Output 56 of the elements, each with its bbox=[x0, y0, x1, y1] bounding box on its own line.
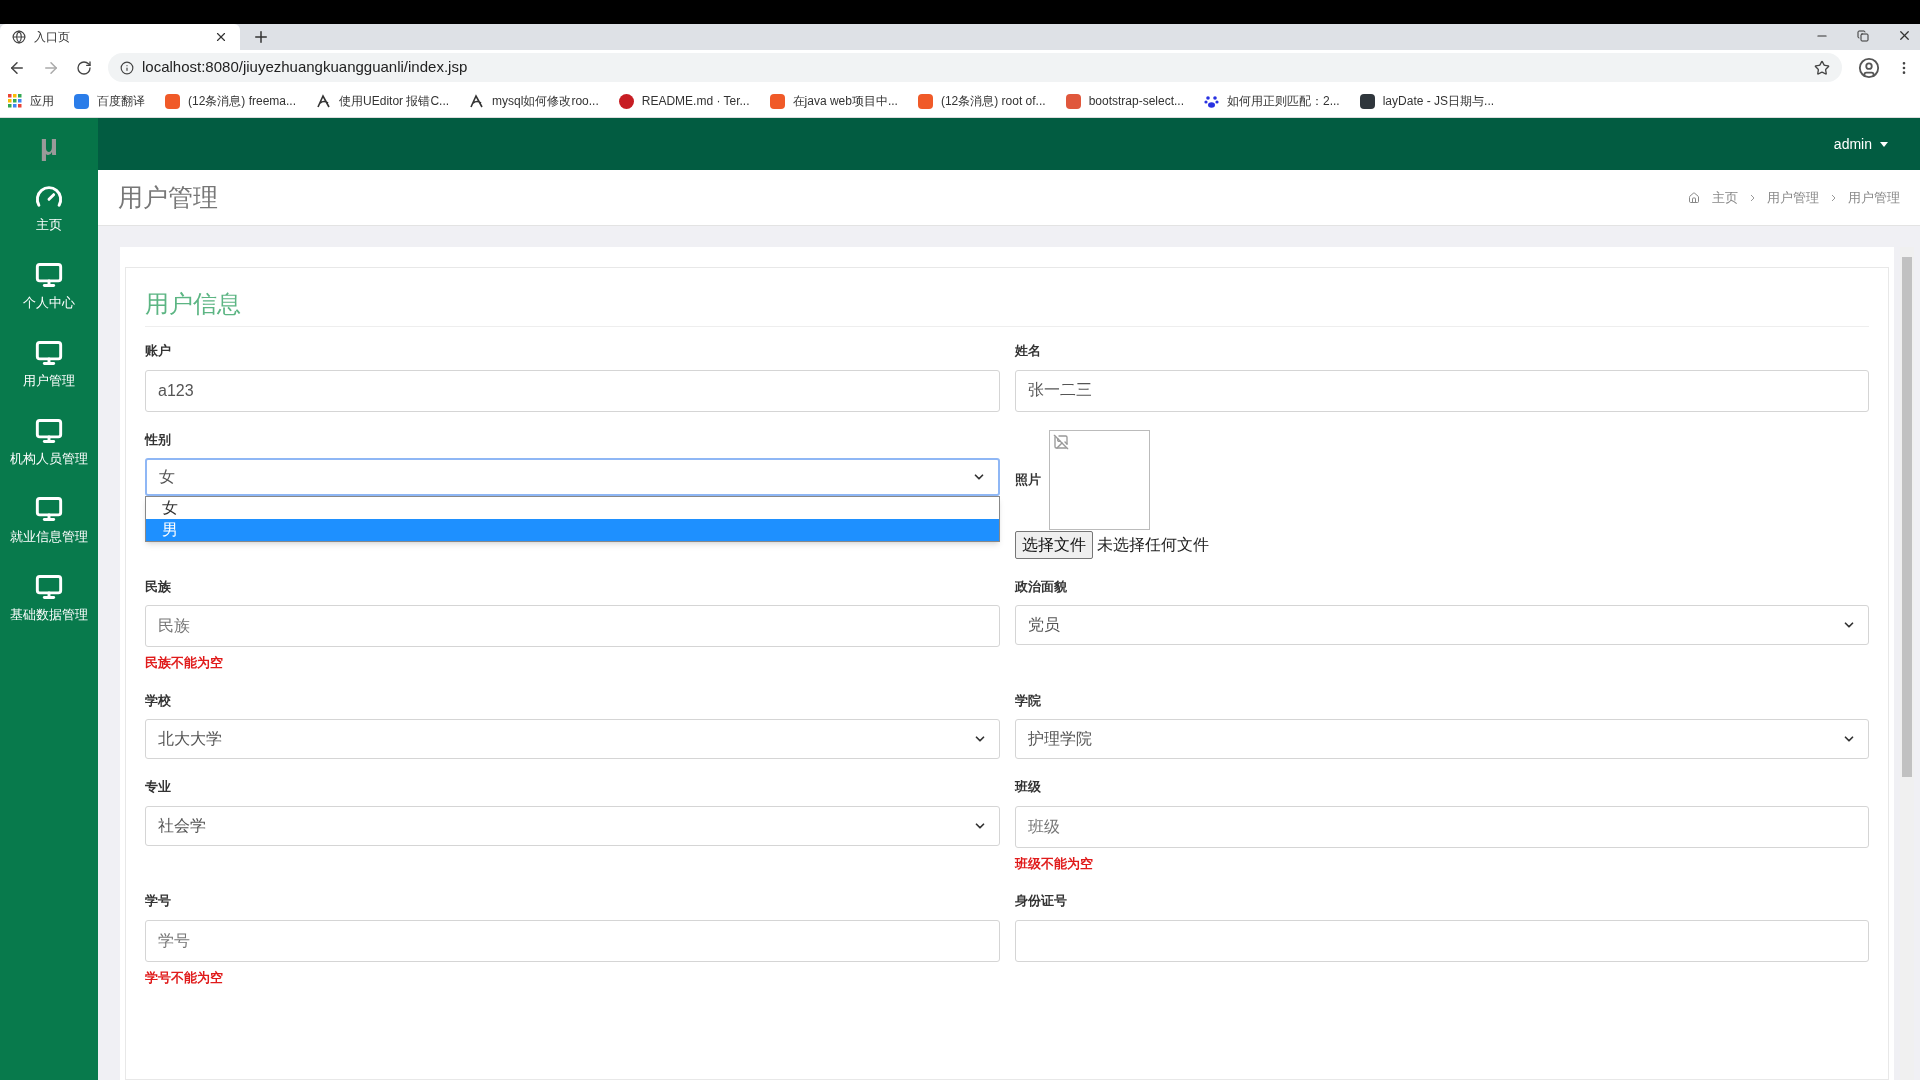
sidebar-item[interactable]: 用户管理 bbox=[0, 326, 98, 404]
bookmark[interactable]: 如何用正则匹配：2... bbox=[1204, 92, 1340, 110]
browser-tab[interactable]: 入口页 bbox=[0, 24, 240, 50]
text-field[interactable]: 学号 bbox=[145, 919, 1000, 962]
logo: μ bbox=[39, 126, 59, 163]
tab-title: 入口页 bbox=[34, 29, 71, 46]
bookmark[interactable]: (12条消息) freema... bbox=[165, 92, 297, 110]
sidebar-item[interactable]: 主页 bbox=[0, 170, 98, 248]
error-message: 班级不能为空 bbox=[1014, 854, 1094, 873]
url-text: localhost:8080/jiuyezhuangkuangguanli/index.jsp bbox=[142, 57, 469, 78]
text-field[interactable]: 班级 bbox=[1014, 805, 1869, 848]
text-field[interactable]: 张一二三 bbox=[1014, 369, 1869, 412]
breadcrumb-item[interactable]: 主页 bbox=[1712, 187, 1738, 208]
sidebar-item[interactable]: 就业信息管理 bbox=[0, 482, 98, 560]
bookmark[interactable]: 使用UEditor 报错C... bbox=[316, 92, 450, 110]
field-label: 学校 bbox=[145, 691, 172, 710]
select-field[interactable]: 护理学院 bbox=[1014, 719, 1869, 759]
sidebar-item[interactable]: 机构人员管理 bbox=[0, 404, 98, 482]
bookmark[interactable]: 应用 bbox=[8, 92, 54, 110]
bookmark[interactable]: 在java web项目中... bbox=[769, 92, 898, 110]
breadcrumb-item: 用户管理 bbox=[1848, 188, 1900, 207]
field-label: 专业 bbox=[145, 778, 172, 796]
bookmark[interactable]: (12条消息) root of... bbox=[917, 92, 1046, 110]
sidebar-item[interactable]: 基础数据管理 bbox=[0, 560, 98, 638]
url-field[interactable]: localhost:8080/jiuyezhuangkuangguanli/index.jsp bbox=[108, 53, 1842, 82]
field-label: 学院 bbox=[1014, 691, 1042, 710]
field-label: 性别 bbox=[145, 430, 172, 449]
bookmark[interactable]: mysql如何修改roo... bbox=[469, 92, 599, 110]
text-field[interactable]: 民族 bbox=[145, 605, 1000, 647]
breadcrumb-item[interactable]: 用户管理 bbox=[1767, 187, 1819, 208]
select-field[interactable]: 社会学 bbox=[145, 805, 1000, 846]
user-menu[interactable]: admin bbox=[1833, 133, 1888, 155]
bookmark[interactable]: 百度翻译 bbox=[74, 92, 145, 110]
bookmark[interactable]: README.md · Ter... bbox=[618, 92, 750, 110]
choose-file-button[interactable]: 选择文件 bbox=[1014, 530, 1093, 559]
error-message: 学号不能为空 bbox=[145, 968, 224, 987]
select-field[interactable]: 女 bbox=[145, 458, 1000, 496]
card-title: 用户信息 bbox=[145, 290, 241, 317]
field-label: 照片 bbox=[1014, 470, 1041, 489]
sidebar-item[interactable]: 个人中心 bbox=[0, 248, 98, 326]
bookmark[interactable]: layDate - JS日期与... bbox=[1359, 92, 1495, 110]
field-label: 账户 bbox=[145, 342, 172, 360]
field-label: 学号 bbox=[145, 892, 172, 910]
bookmark[interactable]: bootstrap-select... bbox=[1065, 92, 1184, 110]
select-field[interactable]: 北大大学 bbox=[145, 719, 1000, 759]
dropdown-option[interactable]: 女 bbox=[146, 497, 999, 519]
page-title: 用户管理 bbox=[118, 181, 218, 213]
error-message: 民族不能为空 bbox=[145, 654, 224, 672]
file-status: 未选择任何文件 bbox=[1096, 534, 1209, 555]
select-field[interactable]: 党员 bbox=[1014, 605, 1869, 645]
text-field[interactable]: a123 bbox=[145, 369, 1000, 412]
field-label: 姓名 bbox=[1014, 342, 1042, 360]
field-label: 政治面貌 bbox=[1014, 577, 1068, 596]
field-label: 班级 bbox=[1014, 778, 1042, 796]
field-label: 民族 bbox=[145, 577, 172, 596]
field-label: 身份证号 bbox=[1014, 892, 1068, 910]
